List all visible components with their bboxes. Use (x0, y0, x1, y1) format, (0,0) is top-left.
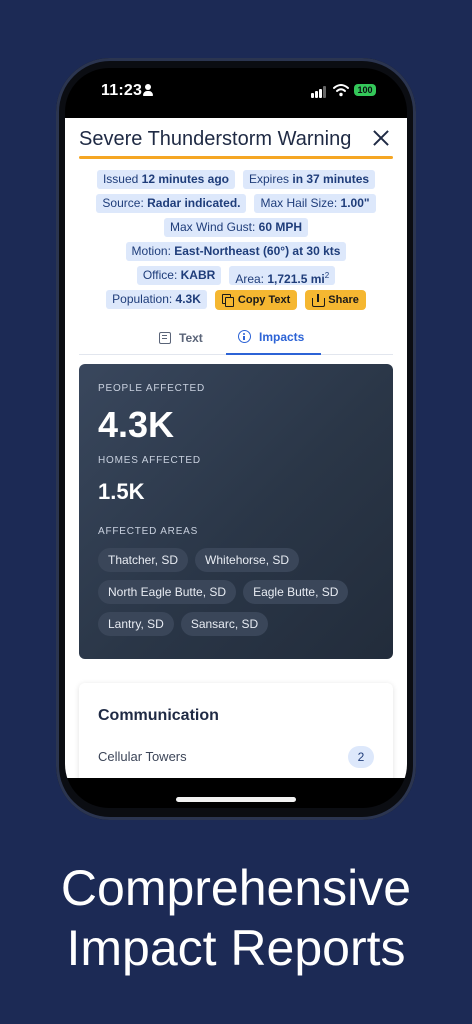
list-item[interactable]: Cellular Towers 2 (98, 745, 374, 769)
population-chip: Population: 4.3K (106, 290, 207, 309)
area-chip: Lantry, SD (98, 612, 174, 636)
copy-icon (221, 294, 234, 307)
source-chip: Source: Radar indicated. (96, 194, 247, 213)
alert-detail-sheet: Severe Thunderstorm Warning Issued 12 mi… (65, 118, 407, 778)
area-chip: Sansarc, SD (180, 612, 269, 636)
area-chip: North Eagle Butte, SD (98, 580, 237, 604)
homes-affected-value: 1.5K (98, 479, 145, 504)
communication-card: Communication Cellular Towers 2 (79, 683, 393, 778)
alert-title: Severe Thunderstorm Warning (79, 128, 352, 150)
area-chip: Area: 1,721.5 mi2 (229, 266, 336, 286)
expires-chip: Expires in 37 minutes (243, 170, 376, 189)
area-chip: Thatcher, SD (98, 548, 189, 572)
document-icon (159, 331, 171, 344)
communication-title: Communication (98, 707, 219, 724)
share-button[interactable]: Share (305, 290, 366, 310)
people-affected-value: 4.3K (98, 404, 175, 445)
title-bar: Severe Thunderstorm Warning (79, 124, 393, 158)
cellular-towers-label: Cellular Towers (98, 749, 187, 764)
area-chip: Whitehorse, SD (195, 548, 300, 572)
copy-text-button[interactable]: Copy Text (214, 290, 298, 310)
affected-areas-list: Thatcher, SD Whitehorse, SD North Eagle … (98, 548, 388, 644)
tab-bar: Text Impacts (79, 320, 393, 355)
wifi-icon (333, 84, 349, 97)
people-affected-label: PEOPLE AFFECTED (98, 383, 206, 394)
status-bar: 11:23 100 (65, 68, 407, 116)
tab-impacts[interactable]: Impacts (226, 320, 321, 355)
motion-chip: Motion: East-Northeast (60°) at 30 kts (125, 242, 347, 261)
phone-screen: 11:23 100 Severe Thunderstorm Warning Is… (65, 68, 407, 808)
status-time: 11:23 (101, 82, 143, 99)
battery-icon: 100 (354, 84, 376, 96)
office-chip: Office: KABR (136, 266, 222, 285)
marketing-tagline: Comprehensive Impact Reports (60, 860, 412, 976)
alert-details: Issued 12 minutes ago Expires in 37 minu… (79, 170, 393, 314)
cellular-signal-icon (311, 86, 327, 98)
share-icon (312, 294, 326, 307)
home-indicator[interactable] (176, 797, 296, 802)
wind-chip: Max Wind Gust: 60 MPH (163, 218, 309, 237)
info-pin-icon (238, 330, 251, 343)
close-icon[interactable] (371, 128, 391, 148)
impact-summary-card: PEOPLE AFFECTED 4.3K HOMES AFFECTED 1.5K… (79, 364, 393, 659)
affected-areas-label: AFFECTED AREAS (98, 526, 199, 537)
severity-divider (79, 156, 393, 159)
count-badge: 2 (348, 746, 374, 768)
issued-chip: Issued 12 minutes ago (96, 170, 235, 189)
tab-text[interactable]: Text (159, 320, 203, 355)
person-icon (143, 84, 153, 96)
homes-affected-label: HOMES AFFECTED (98, 455, 201, 466)
area-chip: Eagle Butte, SD (243, 580, 349, 604)
hail-chip: Max Hail Size: 1.00" (254, 194, 376, 213)
